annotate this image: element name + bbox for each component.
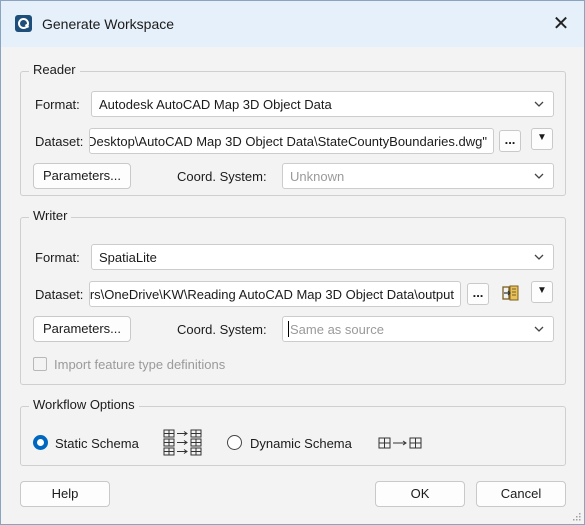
chevron-down-icon [534, 326, 544, 332]
chevron-down-icon [534, 101, 544, 107]
text-cursor [288, 321, 289, 337]
ok-button[interactable]: OK [375, 481, 465, 507]
reader-format-select[interactable]: Autodesk AutoCAD Map 3D Object Data [91, 91, 554, 117]
chevron-down-icon [534, 173, 544, 179]
writer-coord-select[interactable]: Same as source [282, 316, 554, 342]
reader-dataset-dropdown-button[interactable]: ▼ [531, 128, 553, 150]
reader-format-value: Autodesk AutoCAD Map 3D Object Data [99, 97, 332, 112]
close-button[interactable]: ✕ [538, 1, 584, 47]
writer-legend: Writer [29, 208, 72, 223]
writer-format-select[interactable]: SpatiaLite [91, 244, 554, 270]
writer-dataset-dropdown-button[interactable]: ▼ [531, 281, 553, 303]
writer-browse-button[interactable]: ... [467, 283, 489, 305]
generate-workspace-dialog: Generate Workspace ✕ Reader Format: Auto… [0, 0, 585, 525]
reader-dataset-label: Dataset: [35, 134, 84, 149]
title-bar: Generate Workspace ✕ [1, 1, 584, 47]
writer-dataset-value: C:\Users\OneDrive\KW\Reading AutoCAD Map… [89, 287, 454, 302]
workflow-legend: Workflow Options [29, 397, 139, 412]
dynamic-schema-radio[interactable] [227, 435, 242, 450]
cancel-button[interactable]: Cancel [476, 481, 566, 507]
writer-format-label: Format: [35, 250, 80, 265]
help-button[interactable]: Help [20, 481, 110, 507]
reader-browse-button[interactable]: ... [499, 130, 521, 152]
writer-coord-placeholder: Same as source [290, 322, 384, 337]
static-schema-radio[interactable] [33, 435, 48, 450]
dynamic-schema-label: Dynamic Schema [250, 436, 352, 451]
reader-coord-select[interactable]: Unknown [282, 163, 554, 189]
writer-parameters-button[interactable]: Parameters... [33, 316, 131, 342]
window-title: Generate Workspace [42, 16, 175, 32]
reader-legend: Reader [29, 62, 80, 77]
dynamic-schema-icon [378, 437, 422, 449]
import-feature-types-label: Import feature type definitions [54, 357, 226, 372]
writer-format-value: SpatiaLite [99, 250, 157, 265]
reader-dataset-value: C:\Users\Desktop\AutoCAD Map 3D Object D… [89, 134, 487, 149]
import-feature-types-checkbox[interactable] [33, 357, 47, 371]
reader-dataset-input[interactable]: C:\Users\Desktop\AutoCAD Map 3D Object D… [89, 128, 494, 154]
writer-coord-label: Coord. System: [177, 322, 267, 337]
writer-settings-icon[interactable] [501, 283, 521, 303]
writer-dataset-input[interactable]: C:\Users\OneDrive\KW\Reading AutoCAD Map… [89, 281, 461, 307]
reader-coord-label: Coord. System: [177, 169, 267, 184]
chevron-down-icon [534, 254, 544, 260]
resize-grip-icon[interactable] [571, 511, 581, 521]
fme-workspace-icon [15, 15, 32, 32]
static-schema-icon [163, 429, 202, 456]
static-schema-label: Static Schema [55, 436, 139, 451]
reader-format-label: Format: [35, 97, 80, 112]
reader-coord-value: Unknown [290, 169, 345, 184]
reader-parameters-button[interactable]: Parameters... [33, 163, 131, 189]
writer-dataset-label: Dataset: [35, 287, 84, 302]
